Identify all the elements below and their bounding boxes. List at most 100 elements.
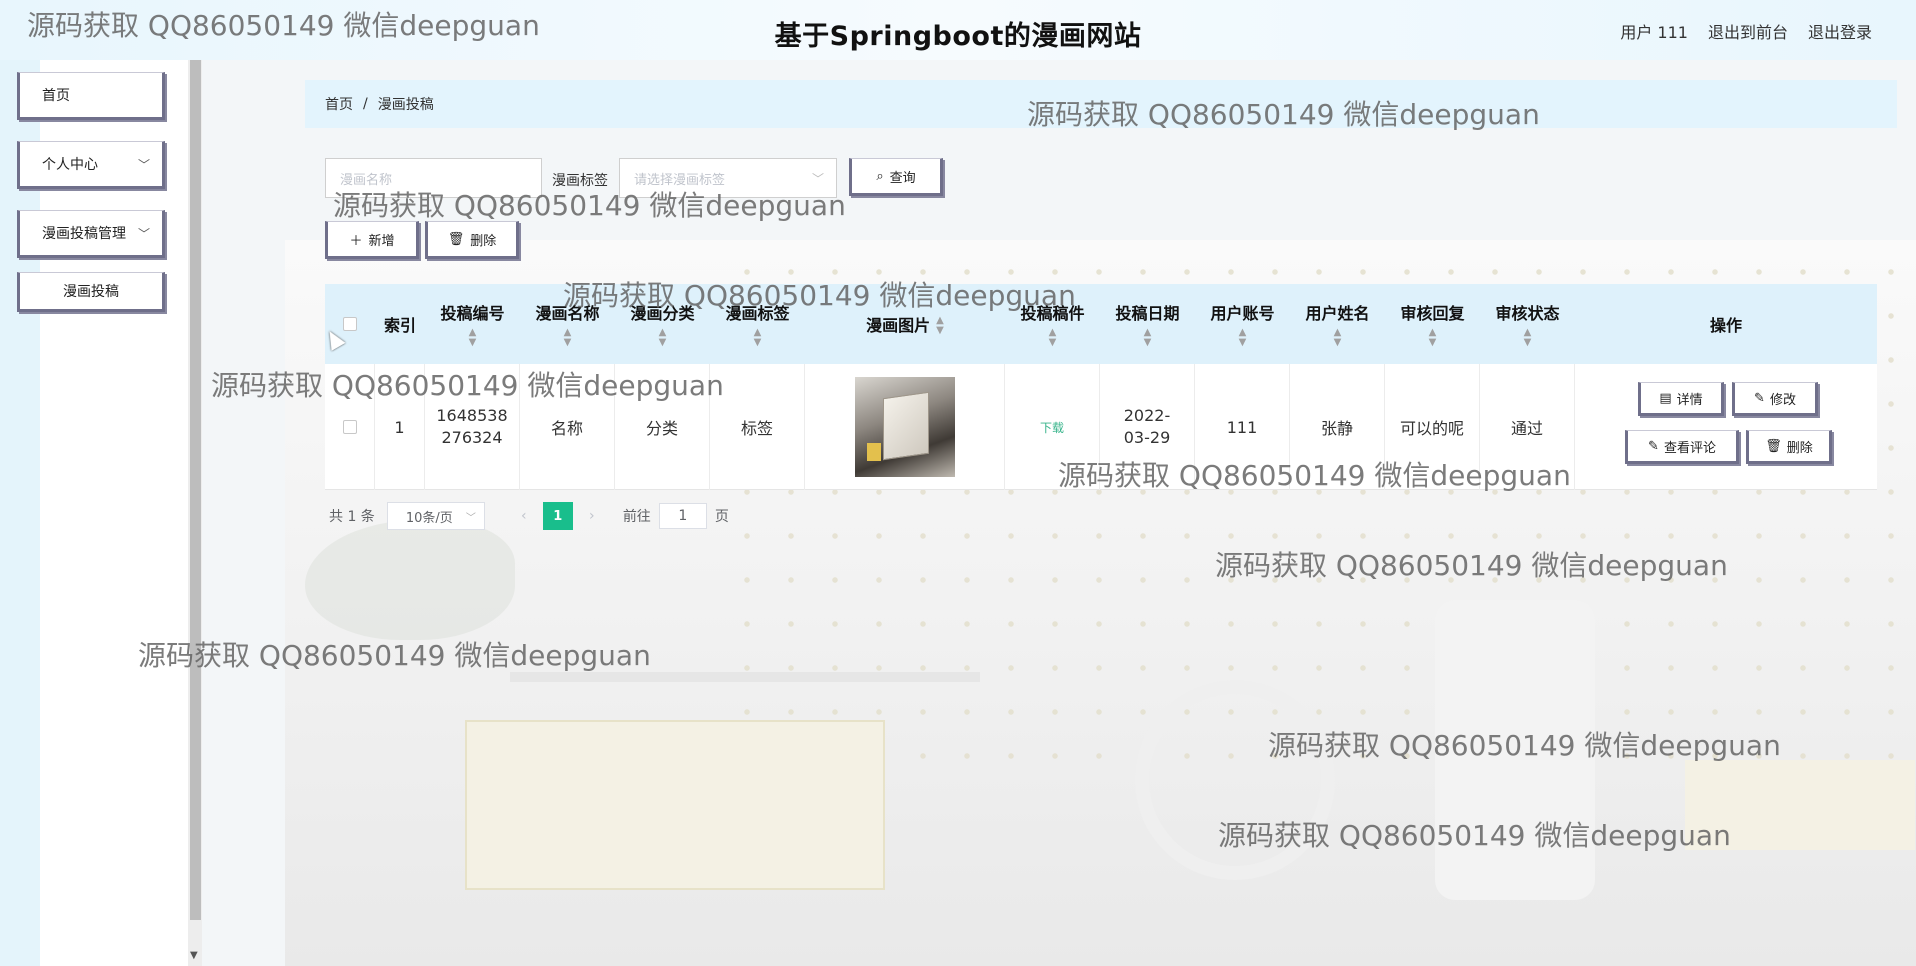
header-label: 审核状态	[1495, 304, 1560, 323]
sidebar-item-submission[interactable]: 漫画投稿	[17, 272, 165, 312]
chevron-down-icon: ﹀	[811, 172, 824, 186]
cell-sub-no: 1648538276324	[425, 364, 520, 490]
select-all-checkbox[interactable]	[343, 317, 357, 331]
select-all-cell	[325, 284, 375, 364]
breadcrumb: 首页 / 漫画投稿	[305, 80, 1897, 128]
sort-icon[interactable]: ▲ ▼	[754, 328, 762, 348]
comic-name-input[interactable]: 漫画名称	[325, 158, 542, 198]
header-label: 漫画标签	[725, 304, 790, 323]
detail-button-label: 详情	[1676, 392, 1703, 408]
view-comments-button[interactable]: ✎ 查看评论	[1625, 430, 1739, 464]
sidebar-item-personal[interactable]: 个人中心 ﹀	[17, 141, 165, 189]
sort-icon[interactable]: ▲ ▼	[1334, 328, 1342, 348]
sidebar-item-manage[interactable]: 漫画投稿管理 ﹀	[17, 210, 165, 258]
search-button[interactable]: ⌕ 查询	[849, 158, 943, 196]
header-sub-no[interactable]: 投稿编号 ▲ ▼	[425, 284, 520, 364]
sort-icon[interactable]: ▲ ▼	[659, 328, 667, 348]
header-ops: 操作	[1575, 284, 1877, 364]
breadcrumb-separator: /	[363, 96, 368, 112]
chevron-down-icon: ﹀	[465, 512, 476, 524]
delete-button-label: 删除	[470, 233, 497, 249]
sort-icon[interactable]: ▲ ▼	[1524, 328, 1532, 348]
table-row: 1 1648538276324 名称 分类 标签 下载 2022-03-29 1…	[325, 364, 1877, 490]
page-size-select[interactable]: 10条/页 ﹀	[386, 502, 485, 530]
sort-icon[interactable]: ▲ ▼	[1239, 328, 1247, 348]
breadcrumb-current: 漫画投稿	[377, 97, 434, 113]
header-image[interactable]: 漫画图片 ▲ ▼	[805, 284, 1005, 364]
sort-icon[interactable]: ▲ ▼	[564, 328, 572, 348]
cell-username: 张静	[1290, 364, 1385, 490]
document-icon: ▤	[1659, 390, 1672, 406]
cell-ops	[1575, 364, 1877, 490]
edit-icon: ✎	[1648, 438, 1659, 454]
add-button[interactable]: ＋ 新增	[325, 221, 419, 259]
background-shelf	[510, 672, 980, 682]
sort-icon[interactable]: ▲ ▼	[1144, 328, 1152, 348]
cell-category: 分类	[615, 364, 710, 490]
prev-page-icon[interactable]: ‹	[509, 502, 539, 530]
delete-row-label: 删除	[1786, 440, 1813, 456]
goto-page-input[interactable]: 1	[658, 503, 707, 529]
cell-account: 111	[1195, 364, 1290, 490]
logout-link[interactable]: 退出登录	[1808, 19, 1872, 43]
header-date[interactable]: 投稿日期 ▲ ▼	[1100, 284, 1195, 364]
background-box	[465, 720, 885, 890]
page-suffix: 页	[714, 509, 729, 525]
sidebar-item-label: 漫画投稿管理	[42, 226, 126, 242]
next-page-icon[interactable]: ›	[577, 502, 607, 530]
header-label: 投稿编号	[440, 304, 505, 323]
plus-icon: ＋	[349, 233, 363, 249]
top-bar: 基于Springboot的漫画网站 用户 111 退出到前台 退出登录	[0, 0, 1916, 60]
scrollbar-thumb[interactable]	[190, 60, 201, 920]
batch-delete-button[interactable]: 🗑 删除	[425, 221, 519, 259]
header-category[interactable]: 漫画分类 ▲ ▼	[615, 284, 710, 364]
submission-table: 索引 投稿编号 ▲ ▼ 漫画名称 ▲ ▼ 漫画分类 ▲ ▼ 漫画标签 ▲ ▼ 漫画图片 …	[325, 284, 1877, 490]
sidebar-item-label: 个人中心	[42, 157, 98, 173]
sort-icon[interactable]: ▲ ▼	[469, 328, 477, 348]
row-checkbox[interactable]	[342, 420, 357, 434]
sort-icon[interactable]: ▲ ▼	[936, 316, 944, 336]
scroll-down-arrow-icon[interactable]: ▼	[190, 950, 198, 961]
total-count: 共 1 条	[329, 509, 375, 525]
header-tag[interactable]: 漫画标签 ▲ ▼	[710, 284, 805, 364]
trash-icon: 🗑	[447, 231, 465, 247]
background-block	[1685, 760, 1915, 850]
breadcrumb-home[interactable]: 首页	[325, 94, 353, 114]
sort-icon[interactable]: ▲ ▼	[1049, 328, 1057, 348]
header-account[interactable]: 用户账号 ▲ ▼	[1195, 284, 1290, 364]
cell-status: 通过	[1480, 364, 1575, 490]
comic-tag-select[interactable]: 请选择漫画标签 ﹀	[619, 158, 837, 198]
table-header: 索引 投稿编号 ▲ ▼ 漫画名称 ▲ ▼ 漫画分类 ▲ ▼ 漫画标签 ▲ ▼ 漫画图片 …	[325, 284, 1877, 364]
header-label: 漫画图片	[866, 316, 931, 335]
header-draft[interactable]: 投稿稿件 ▲ ▼	[1005, 284, 1100, 364]
download-link[interactable]: 下载	[1040, 419, 1064, 436]
edit-button[interactable]: ✎ 修改	[1732, 382, 1818, 416]
sort-icon[interactable]: ▲ ▼	[1429, 328, 1437, 348]
header-label: 索引	[383, 316, 416, 335]
header-label: 漫画名称	[535, 304, 600, 323]
sidebar-item-label: 首页	[42, 88, 70, 104]
header-label: 操作	[1709, 316, 1742, 335]
cell-tag: 标签	[710, 364, 805, 490]
sidebar-item-home[interactable]: 首页	[17, 72, 165, 120]
row-select-cell	[325, 364, 375, 490]
delete-row-button[interactable]: 🗑 删除	[1746, 430, 1832, 464]
header-label: 漫画分类	[630, 304, 695, 323]
detail-button[interactable]: ▤ 详情	[1638, 382, 1724, 416]
header-status[interactable]: 审核状态 ▲ ▼	[1480, 284, 1575, 364]
background-ring	[1135, 680, 1335, 880]
header-label: 投稿日期	[1115, 304, 1180, 323]
header-username[interactable]: 用户姓名 ▲ ▼	[1290, 284, 1385, 364]
search-button-label: 查询	[889, 170, 916, 186]
cell-date: 2022-03-29	[1100, 364, 1195, 490]
cell-index: 1	[375, 364, 425, 490]
chevron-down-icon: ﹀	[137, 227, 150, 241]
comic-thumbnail[interactable]	[854, 377, 955, 477]
header-name[interactable]: 漫画名称 ▲ ▼	[520, 284, 615, 364]
header-reply[interactable]: 审核回复 ▲ ▼	[1385, 284, 1480, 364]
view-comments-label: 查看评论	[1663, 440, 1716, 456]
user-label: 用户 111	[1620, 23, 1688, 42]
add-button-label: 新增	[368, 233, 395, 249]
page-number-current[interactable]: 1	[542, 502, 573, 530]
exit-to-front-link[interactable]: 退出到前台	[1708, 19, 1788, 43]
